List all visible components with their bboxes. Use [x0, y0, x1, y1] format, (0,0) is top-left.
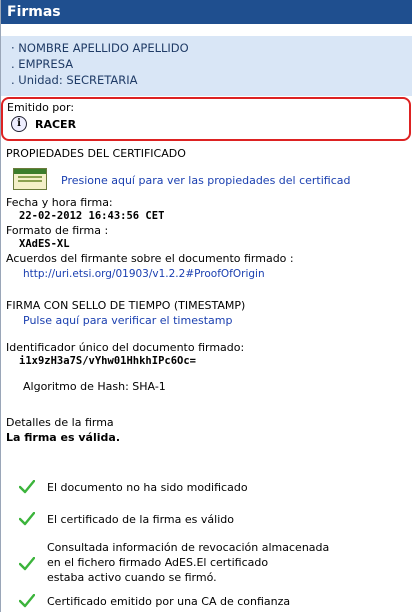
agreements-label: Acuerdos del firmante sobre el documento… [6, 252, 294, 265]
format-label: Formato de firma : [6, 224, 109, 237]
details-label: Detalles de la firma [6, 416, 114, 429]
date-label: Fecha y hora firma: [6, 196, 113, 209]
timestamp-link[interactable]: Pulse aquí para verificar el timestamp [23, 314, 232, 327]
hash-algorithm: Algoritmo de Hash: SHA-1 [23, 380, 166, 393]
check-icon [19, 594, 35, 608]
issued-by-label: Emitido por: [7, 101, 75, 114]
check-icon [19, 480, 35, 494]
date-value: 22-02-2012 16:43:56 CET [19, 210, 165, 222]
check-icon [19, 512, 35, 526]
identifier-value: i1x9zH3a7S/vYhw01HhkhIPc6Oc= [19, 355, 197, 367]
issued-by-box: Emitido por: i RACER [1, 97, 411, 141]
signatures-panel: Firmas · NOMBRE APELLIDO APELLIDO . EMPR… [0, 0, 412, 612]
check-revocation-line3: estaba activo cuando se firmó. [47, 571, 217, 584]
check-icon [19, 557, 35, 571]
agreements-link[interactable]: http://uri.etsi.org/01903/v1.2.2#ProofOf… [23, 268, 265, 280]
check-document-unmodified: El documento no ha sido modificado [47, 481, 248, 494]
info-icon: i [11, 116, 27, 132]
certificate-icon[interactable] [13, 168, 47, 190]
cert-props-heading: PROPIEDADES DEL CERTIFICADO [6, 147, 186, 160]
signer-unit: . Unidad: SECRETARIA [11, 73, 138, 87]
signature-status: La firma es válida. [6, 431, 121, 444]
format-value: XAdES-XL [19, 238, 70, 250]
panel-title: Firmas [1, 0, 412, 24]
identifier-label: Identificador único del documento firmad… [6, 341, 245, 354]
check-trusted-ca: Certificado emitido por una CA de confia… [47, 595, 291, 608]
timestamp-heading: FIRMA CON SELLO DE TIEMPO (TIMESTAMP) [6, 299, 246, 312]
check-revocation-line2: en el fichero firmado AdES.El certificad… [47, 556, 269, 569]
check-revocation-line1: Consultada información de revocación alm… [47, 541, 330, 554]
issuer-name: RACER [35, 117, 77, 131]
cert-props-link[interactable]: Presione aquí para ver las propiedades d… [61, 174, 351, 187]
signer-company: . EMPRESA [11, 57, 74, 71]
signer-name: · NOMBRE APELLIDO APELLIDO [11, 41, 189, 55]
check-certificate-valid: El certificado de la firma es válido [47, 513, 234, 526]
signer-info: · NOMBRE APELLIDO APELLIDO . EMPRESA . U… [1, 36, 412, 96]
